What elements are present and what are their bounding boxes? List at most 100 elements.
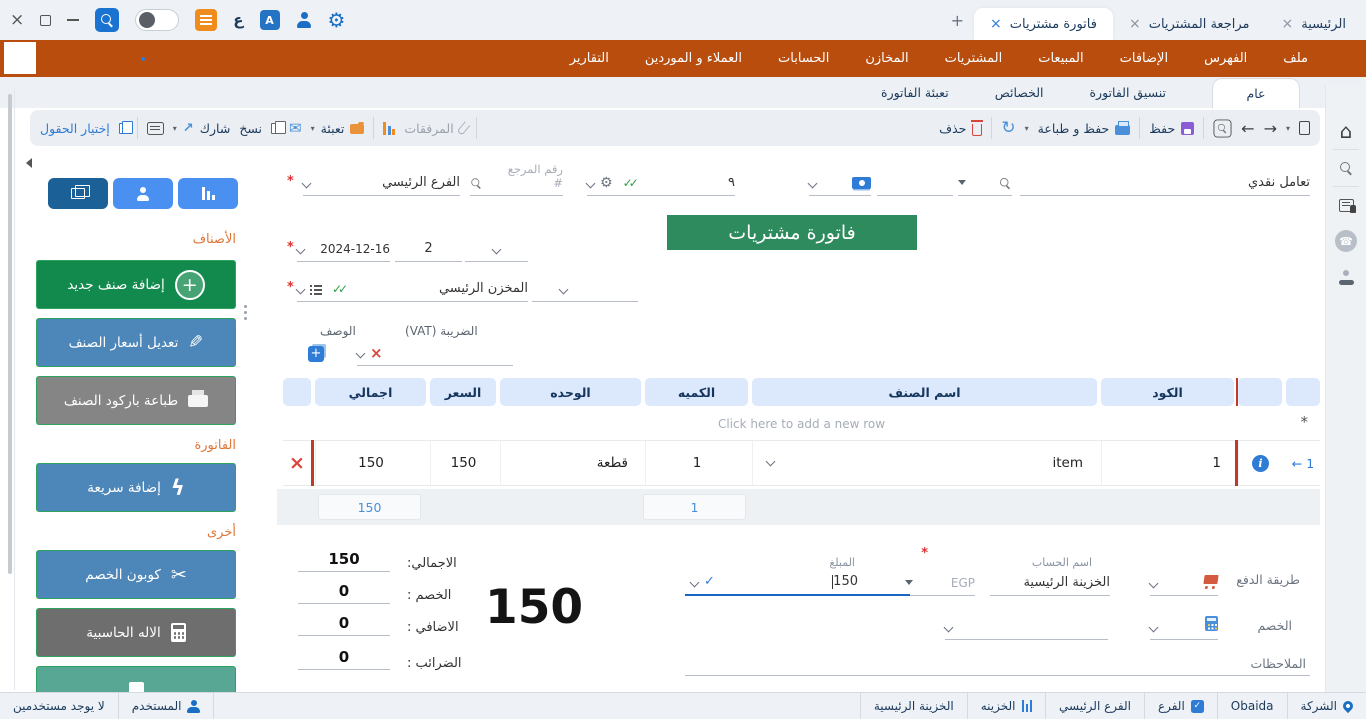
tab-purchase-invoice[interactable]: فاتورة مشتريات × <box>974 8 1113 40</box>
home-button[interactable]: ⌂ <box>1326 113 1366 149</box>
clear-vat-icon[interactable]: × <box>370 346 383 360</box>
new-tab-button[interactable]: + <box>951 11 964 30</box>
close-tab-icon[interactable]: × <box>1281 16 1293 32</box>
serial-field[interactable]: ٩ ✓✓ ⚙ <box>587 164 735 196</box>
status-user[interactable]: المستخدم <box>119 693 214 719</box>
drag-handle[interactable] <box>244 305 247 320</box>
delete-row-icon[interactable]: × <box>289 456 305 470</box>
forward-button[interactable]: → <box>1264 119 1277 138</box>
chevron-down-icon[interactable] <box>296 285 306 295</box>
chevron-down-icon[interactable] <box>944 623 954 633</box>
rail-phone-button[interactable]: ☎ <box>1326 223 1366 259</box>
date-field[interactable]: 2024-12-16 <box>297 230 390 262</box>
chevron-down-icon[interactable] <box>559 285 569 295</box>
delete-button[interactable]: حذف <box>939 120 982 136</box>
users-view-button[interactable] <box>113 178 173 209</box>
tab-invoice-format[interactable]: تنسيق الفاتورة <box>1089 85 1166 108</box>
chevron-down-icon[interactable] <box>296 245 306 255</box>
currency-field[interactable]: EGP <box>905 562 975 596</box>
vat-field[interactable]: × <box>357 340 513 366</box>
chevron-down-icon[interactable] <box>690 578 700 588</box>
status-treasury[interactable]: الخزينه <box>968 693 1045 719</box>
find-button[interactable] <box>1213 119 1232 138</box>
choose-fields-button[interactable]: إختيار الحقول <box>40 121 128 136</box>
branch-field[interactable]: الفرع الرئيسي <box>303 164 460 196</box>
status-company[interactable]: الشركة <box>1288 693 1366 719</box>
delete-row-cell[interactable]: × <box>283 441 311 485</box>
menu-button[interactable] <box>195 9 217 31</box>
discount-coupon-button[interactable]: ✂ كوبون الخصم <box>36 550 236 599</box>
tab-invoice-fill[interactable]: تعبئة الفاتورة <box>881 85 949 108</box>
language-letter[interactable]: ع <box>233 11 243 29</box>
code-cell[interactable]: 1 <box>1101 441 1234 485</box>
amount-input[interactable]: 150 <box>832 574 858 589</box>
tab-general[interactable]: عام <box>1212 78 1300 108</box>
confirm-check-icon[interactable]: ✓ <box>704 574 715 589</box>
rail-search-button[interactable] <box>1326 150 1366 186</box>
menu-index[interactable]: الفهرس <box>1204 51 1247 66</box>
taxes-value[interactable]: 0 <box>298 648 390 670</box>
search-button[interactable] <box>95 8 119 32</box>
stats-button[interactable] <box>383 122 395 135</box>
collapse-sidebar-icon[interactable] <box>26 158 32 168</box>
chevron-down-icon[interactable] <box>356 349 366 359</box>
minimize-button[interactable] <box>67 19 79 21</box>
qty-cell[interactable]: 1 <box>645 441 748 485</box>
tab-properties[interactable]: الخصائص <box>995 85 1044 108</box>
col-qty[interactable]: الكميه <box>645 378 748 406</box>
partial-bottom-button[interactable] <box>36 666 236 692</box>
col-price[interactable]: السعر <box>430 378 496 406</box>
back-button[interactable]: ← <box>1241 119 1254 138</box>
supplier-search-field[interactable] <box>958 164 1012 196</box>
price-cell[interactable]: 150 <box>430 441 496 485</box>
copy-button[interactable]: نسخ <box>239 121 280 136</box>
tab-home[interactable]: الرئيسية × <box>1265 8 1362 40</box>
col-name[interactable]: اسم الصنف <box>752 378 1097 406</box>
settings-gear-icon[interactable]: ⚙ <box>328 10 346 30</box>
warehouse-field[interactable]: المخزن الرئيسي ✓✓ <box>297 270 528 302</box>
empty-field-2[interactable] <box>532 270 638 302</box>
status-branch-value[interactable]: الفرع الرئيسي <box>1046 693 1144 719</box>
attachments-button[interactable]: المرفقات <box>404 121 466 136</box>
name-cell[interactable]: item <box>752 441 1097 485</box>
chevron-down-icon[interactable] <box>586 179 596 189</box>
menu-sales[interactable]: المبيعات <box>1038 51 1083 66</box>
notes-field[interactable] <box>685 646 1310 676</box>
maximize-button[interactable] <box>40 15 51 26</box>
menu-addons[interactable]: الإضافات <box>1120 51 1168 66</box>
status-treasury-value[interactable]: الخزينة الرئيسية <box>861 693 967 719</box>
status-company-value[interactable]: Obaida <box>1218 693 1287 719</box>
user-icon[interactable] <box>296 12 312 28</box>
card-view-button[interactable] <box>147 122 164 135</box>
tab-purchases-review[interactable]: مراجعة المشتريات × <box>1113 8 1266 40</box>
calculator-button[interactable]: الاله الحاسبية <box>36 608 236 657</box>
menu-file[interactable]: ملف <box>1283 51 1308 66</box>
invoice-number-dropdown[interactable] <box>465 230 528 262</box>
status-user-value[interactable]: لا يوجد مستخدمين <box>0 693 118 719</box>
chevron-down-icon[interactable] <box>302 179 312 189</box>
unit-cell[interactable]: قطعة <box>500 441 641 485</box>
add-new-item-button[interactable]: + إضافة صنف جديد <box>36 260 236 309</box>
save-button[interactable]: حفظ <box>1149 121 1194 136</box>
email-button[interactable]: ✉ <box>289 121 302 136</box>
theme-toggle[interactable] <box>135 9 179 31</box>
chevron-down-icon[interactable] <box>1149 623 1159 633</box>
table-row[interactable]: ← 1 i 1 item 1 قطعة 150 150 × <box>283 440 1320 486</box>
close-tab-icon[interactable]: × <box>1129 16 1141 32</box>
stats-view-button[interactable] <box>178 178 238 209</box>
menu-purchases[interactable]: المشتريات <box>945 51 1003 66</box>
refresh-button[interactable]: ↻ <box>1001 120 1015 137</box>
quick-add-button[interactable]: ϟ إضافة سريعة <box>36 463 236 512</box>
add-row-line[interactable]: Click here to add a new row <box>283 410 1320 438</box>
edit-item-prices-button[interactable]: ✎ تعديل أسعار الصنف <box>36 318 236 367</box>
row-info-cell[interactable]: i <box>1238 441 1282 485</box>
additional-value[interactable]: 0 <box>298 614 390 636</box>
chevron-down-icon[interactable]: ▾ <box>1286 124 1290 133</box>
total-value[interactable]: 150 <box>298 550 390 572</box>
invoice-number-field[interactable]: 2 <box>395 230 462 262</box>
chevron-down-icon[interactable] <box>492 245 502 255</box>
discount-value[interactable]: 0 <box>298 582 390 604</box>
menu-clients-suppliers[interactable]: العملاء و الموردين <box>645 51 742 66</box>
info-icon[interactable]: i <box>1252 455 1269 472</box>
col-total[interactable]: اجمالي <box>315 378 426 406</box>
